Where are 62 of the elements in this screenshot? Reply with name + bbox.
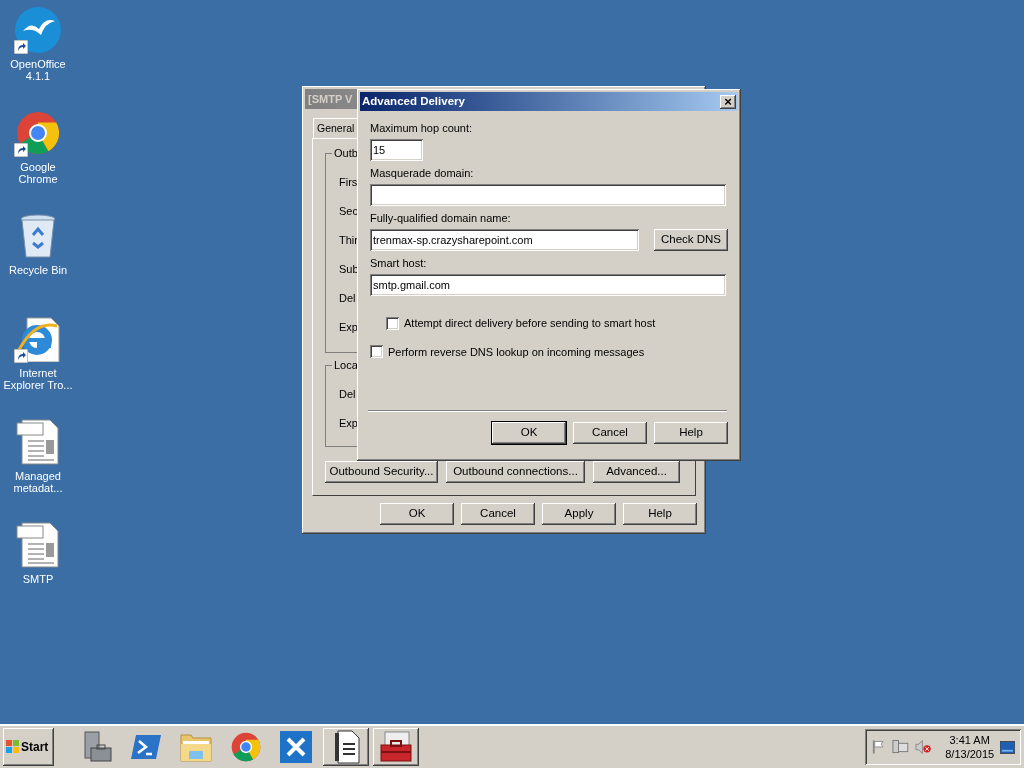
desktop-icon-label[interactable]: Google Chrome <box>0 161 76 185</box>
text-field[interactable] <box>370 184 726 206</box>
dialog-button[interactable]: Apply <box>542 503 616 525</box>
flag-icon[interactable] <box>871 739 886 755</box>
action-button[interactable]: Outbound Security... <box>325 461 438 483</box>
field-label: Firs <box>339 175 358 190</box>
field-label: Del <box>339 291 356 306</box>
check-dns-button[interactable]: Check DNS <box>654 229 728 251</box>
desktop-icon-label[interactable]: Recycle Bin <box>0 264 76 276</box>
field-label: Maximum hop count: <box>370 121 474 135</box>
checkbox-label: Attempt direct delivery before sending to smart host <box>404 316 656 331</box>
group-title: Outb <box>332 146 360 160</box>
text-field[interactable]: 15 <box>370 139 423 161</box>
field-label: Smart host: <box>370 256 428 270</box>
document-icon <box>16 419 60 465</box>
taskbar-window-button[interactable] <box>373 728 419 766</box>
text-field[interactable]: smtp.gmail.com <box>370 274 726 296</box>
browser-e-icon <box>15 316 61 362</box>
document-icon[interactable] <box>332 730 360 764</box>
checkbox[interactable] <box>386 316 399 330</box>
start-button[interactable]: Start <box>3 728 54 766</box>
field-label: Exp <box>339 320 358 335</box>
field-label: Fully-qualified domain name: <box>370 211 512 225</box>
document-icon <box>16 522 60 568</box>
clock-time[interactable]: 3:41 AM <box>949 733 990 747</box>
field-label: Del <box>339 387 356 402</box>
tab[interactable]: General <box>313 118 360 138</box>
taskbar-window-button[interactable] <box>323 728 369 766</box>
wrench-screwdriver-icon[interactable] <box>280 731 312 763</box>
dialog-button[interactable]: Help <box>654 422 728 444</box>
windows-logo-icon <box>6 740 20 754</box>
chrome-logo-icon[interactable] <box>231 732 261 762</box>
recycle-bin-icon <box>19 213 57 259</box>
checkbox[interactable] <box>370 345 383 359</box>
field-label: Thir <box>339 233 358 248</box>
desktop-icon-label[interactable]: SMTP <box>0 573 76 585</box>
dialog-button[interactable]: Cancel <box>573 422 647 444</box>
dialog-button[interactable]: OK <box>380 503 454 525</box>
title-text: Advanced Delivery <box>362 93 465 109</box>
dialog-button[interactable]: Help <box>623 503 697 525</box>
action-button[interactable]: Outbound connections... <box>446 461 585 483</box>
desktop-icon-label[interactable]: Managed metadat... <box>0 470 76 494</box>
muted-speaker-icon[interactable] <box>914 739 932 755</box>
field-label: Masquerade domain: <box>370 166 475 180</box>
field-label: Exp <box>339 416 358 431</box>
clock-date[interactable]: 8/13/2015 <box>945 747 995 761</box>
field-label: Sec <box>339 204 358 219</box>
show-desktop-icon[interactable] <box>1000 740 1015 754</box>
group-title: Loca <box>332 358 360 372</box>
close-button[interactable]: × <box>720 94 736 109</box>
dialog-button[interactable]: Cancel <box>461 503 535 525</box>
checkbox-label: Perform reverse DNS lookup on incoming messages <box>388 344 645 360</box>
chrome-logo-icon <box>16 111 60 155</box>
toolbox-icon[interactable] <box>379 731 413 763</box>
network-icon[interactable] <box>891 739 909 755</box>
desktop-icon-label[interactable]: Internet Explorer Tro... <box>0 367 76 391</box>
dialog-button[interactable]: OK <box>492 422 566 444</box>
text-field[interactable]: trenmax-sp.crazysharepoint.com <box>370 229 639 251</box>
seagull-logo-icon <box>15 7 61 53</box>
desktop-icon-label[interactable]: OpenOffice 4.1.1 <box>0 58 76 82</box>
action-button[interactable]: Advanced... <box>593 461 680 483</box>
terminal-prompt-icon[interactable] <box>130 733 162 761</box>
